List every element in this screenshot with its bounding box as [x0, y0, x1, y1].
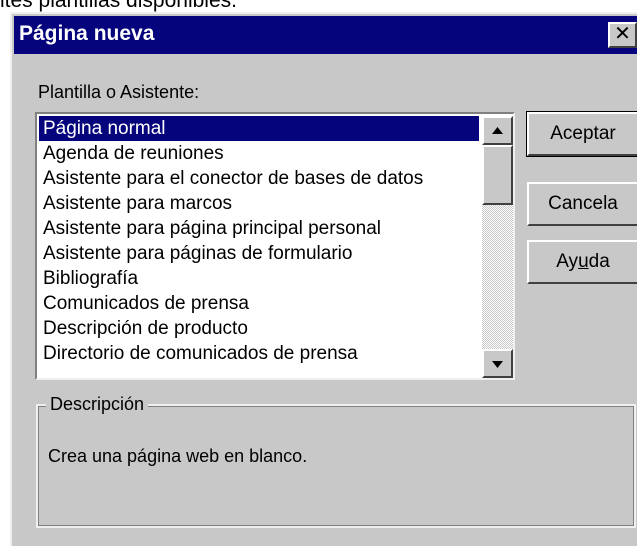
- triangle-down-icon: [492, 361, 503, 368]
- description-text: Crea una página web en blanco.: [48, 446, 308, 466]
- list-item[interactable]: Página normal: [39, 116, 479, 141]
- list-item[interactable]: Comunicados de prensa: [39, 291, 479, 316]
- list-item[interactable]: Asistente para el conector de bases de d…: [39, 166, 479, 191]
- close-icon: ✕: [614, 23, 631, 45]
- help-label-mnemonic: u: [578, 251, 589, 272]
- dialog-title: Página nueva: [19, 22, 155, 45]
- template-label: Plantilla o Asistente:: [38, 82, 200, 102]
- triangle-up-icon: [492, 127, 503, 134]
- cancel-button[interactable]: Cancela: [527, 182, 637, 226]
- template-listbox[interactable]: Página normal Agenda de reuniones Asistent…: [35, 112, 515, 380]
- list-item[interactable]: Descripción de producto: [39, 316, 479, 341]
- list-item[interactable]: Bibliografía: [39, 266, 479, 291]
- new-page-dialog: Página nueva ✕ Plantilla o Asistente: Pá…: [10, 12, 637, 546]
- help-button[interactable]: Ayuda: [527, 240, 637, 284]
- description-legend: Descripción: [46, 394, 149, 415]
- accept-button[interactable]: Aceptar: [527, 112, 637, 156]
- vertical-scrollbar[interactable]: [482, 116, 513, 378]
- scroll-thumb[interactable]: [482, 145, 513, 205]
- accept-label: Aceptar: [550, 123, 616, 144]
- scroll-down-button[interactable]: [482, 349, 513, 378]
- scroll-up-button[interactable]: [482, 116, 513, 145]
- list-item[interactable]: Asistente para marcos: [39, 191, 479, 216]
- caption-fragment: ites plantillas disponibles.: [0, 0, 637, 12]
- caption-text: ites plantillas disponibles.: [0, 0, 237, 12]
- close-button[interactable]: ✕: [608, 22, 637, 48]
- title-bar: Página nueva ✕: [14, 16, 637, 54]
- list-item[interactable]: Agenda de reuniones: [39, 141, 479, 166]
- template-list: Página normal Agenda de reuniones Asistent…: [39, 116, 479, 366]
- list-item[interactable]: Asistente para páginas de formulario: [39, 241, 479, 266]
- help-label-suffix: da: [588, 251, 610, 272]
- description-groupbox: Crea una página web en blanco.: [36, 404, 636, 528]
- cancel-label: Cancela: [548, 193, 618, 214]
- help-label-prefix: Ay: [556, 251, 579, 272]
- list-item[interactable]: Directorio de comunicados de prensa: [39, 341, 479, 366]
- list-item[interactable]: Asistente para página principal personal: [39, 216, 479, 241]
